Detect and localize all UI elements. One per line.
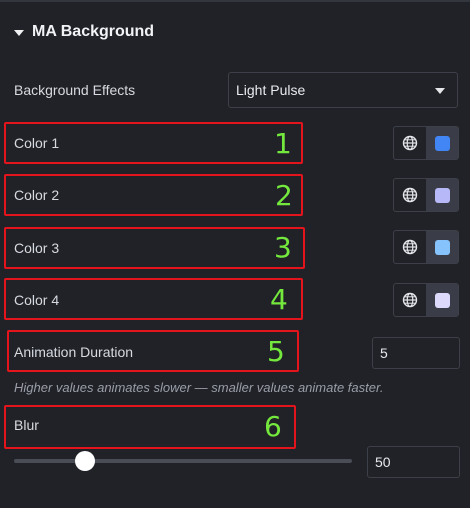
color-3-swatch <box>434 239 450 255</box>
background-effects-select[interactable]: Light Pulse <box>228 72 458 108</box>
globe-icon <box>402 135 418 151</box>
color-4-swatch <box>434 292 450 308</box>
annotation-number-1: 1 <box>274 127 292 160</box>
annotation-number-4: 4 <box>270 283 288 316</box>
top-divider <box>0 0 470 2</box>
blur-input[interactable]: 50 <box>367 446 460 478</box>
color-3-control <box>393 230 459 264</box>
blur-label: Blur <box>14 417 39 433</box>
background-effects-value: Light Pulse <box>236 82 306 98</box>
color-3-label: Color 3 <box>14 240 60 256</box>
annotation-number-2: 2 <box>275 179 293 212</box>
chevron-down-icon <box>435 88 445 94</box>
globe-icon <box>402 187 418 203</box>
animation-duration-label: Animation Duration <box>14 344 134 360</box>
color-2-swatch <box>434 187 450 203</box>
annotation-number-5: 5 <box>267 335 285 368</box>
color-4-global-button[interactable] <box>394 284 426 316</box>
color-2-label: Color 2 <box>14 187 60 203</box>
background-effects-label: Background Effects <box>14 82 136 98</box>
annotation-box-blur <box>4 405 296 449</box>
color-4-control <box>393 283 459 317</box>
globe-icon <box>402 239 418 255</box>
color-4-label: Color 4 <box>14 292 60 308</box>
color-1-label: Color 1 <box>14 135 60 151</box>
color-1-global-button[interactable] <box>394 127 426 159</box>
annotation-number-3: 3 <box>274 231 292 264</box>
globe-icon <box>402 292 418 308</box>
animation-duration-value: 5 <box>380 345 388 361</box>
color-3-picker[interactable] <box>426 231 458 263</box>
animation-duration-input[interactable]: 5 <box>372 337 460 369</box>
color-2-picker[interactable] <box>426 179 458 211</box>
blur-slider-track[interactable] <box>14 459 352 463</box>
blur-slider-handle[interactable] <box>74 451 95 471</box>
caret-down-icon <box>14 30 24 36</box>
color-1-control <box>393 126 459 160</box>
color-4-picker[interactable] <box>426 284 458 316</box>
color-2-control <box>393 178 459 212</box>
annotation-number-6: 6 <box>264 410 282 443</box>
animation-duration-help: Higher values animates slower — smaller … <box>14 380 384 395</box>
color-1-swatch <box>434 135 450 151</box>
section-header[interactable]: MA Background <box>14 20 154 44</box>
section-title: MA Background <box>32 23 155 40</box>
color-2-global-button[interactable] <box>394 179 426 211</box>
ma-background-panel: MA Background Background Effects Light P… <box>0 0 470 508</box>
color-3-global-button[interactable] <box>394 231 426 263</box>
color-1-picker[interactable] <box>426 127 458 159</box>
blur-value: 50 <box>375 454 391 470</box>
